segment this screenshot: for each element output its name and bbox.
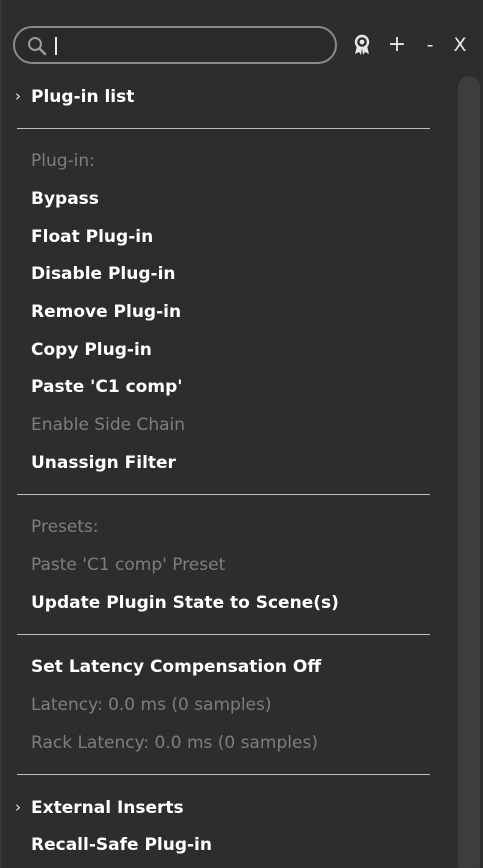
menu-item-enable-side-chain: Enable Side Chain <box>31 415 186 435</box>
close-button[interactable]: X <box>449 30 471 60</box>
add-button[interactable]: + <box>386 30 408 60</box>
menu-item-recall-safe[interactable]: Recall-Safe Plug-in <box>31 833 212 857</box>
scrollbar[interactable] <box>458 76 480 868</box>
remove-button[interactable]: - <box>420 30 440 60</box>
divider <box>17 774 430 775</box>
menu-item-paste-preset: Paste 'C1 comp' Preset <box>31 555 226 575</box>
plugin-context-menu: + - X › Plug-in list Plug-in: Bypass Flo… <box>0 0 483 868</box>
menu-item-update-plugin-state[interactable]: Update Plugin State to Scene(s) <box>31 591 339 615</box>
plugin-section-header: Plug-in: <box>31 151 95 171</box>
chevron-right-icon: › <box>15 87 21 105</box>
divider <box>17 128 430 129</box>
search-box[interactable] <box>13 26 337 64</box>
award-button[interactable] <box>350 30 374 60</box>
menu-item-disable-plugin[interactable]: Disable Plug-in <box>31 262 176 286</box>
divider <box>17 494 430 495</box>
award-icon <box>354 34 370 55</box>
menu-item-unassign-filter[interactable]: Unassign Filter <box>31 451 176 475</box>
menu-item-float-plugin[interactable]: Float Plug-in <box>31 225 153 249</box>
rack-latency-readout: Rack Latency: 0.0 ms (0 samples) <box>31 733 318 753</box>
menu-item-remove-plugin[interactable]: Remove Plug-in <box>31 300 181 324</box>
presets-section-header: Presets: <box>31 517 99 537</box>
divider <box>17 634 430 635</box>
text-caret <box>55 37 57 55</box>
menu-item-external-inserts[interactable]: External Inserts <box>31 796 184 820</box>
search-icon <box>28 37 47 56</box>
chevron-right-icon: › <box>15 798 21 816</box>
menu-item-bypass[interactable]: Bypass <box>31 187 99 211</box>
latency-readout: Latency: 0.0 ms (0 samples) <box>31 695 272 715</box>
menu-item-copy-plugin[interactable]: Copy Plug-in <box>31 338 152 362</box>
search-input[interactable] <box>53 32 323 58</box>
menu-item-plugin-list[interactable]: Plug-in list <box>31 85 134 109</box>
menu-item-paste-plugin[interactable]: Paste 'C1 comp' <box>31 375 182 399</box>
menu-item-set-latency-off[interactable]: Set Latency Compensation Off <box>31 655 321 679</box>
